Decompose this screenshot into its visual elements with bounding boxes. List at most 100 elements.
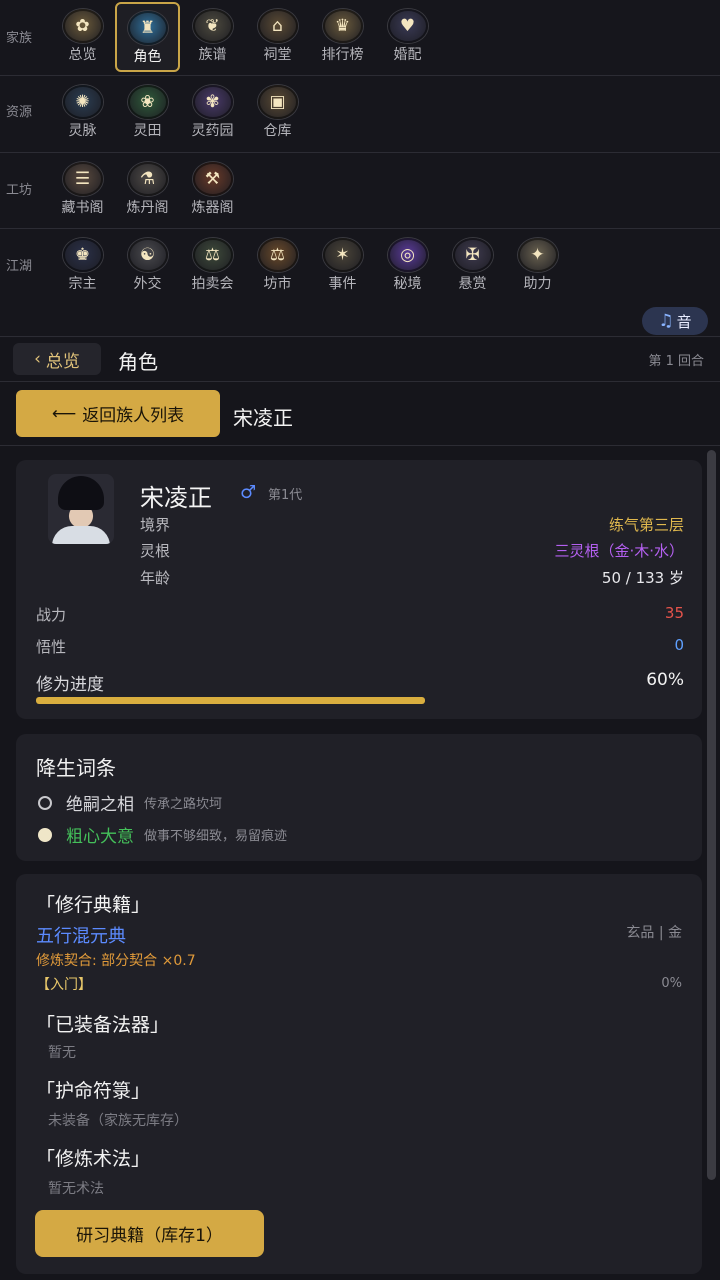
manual-fit: 修炼契合: 部分契合 ×0.7 (36, 953, 196, 969)
nav-item-label: 拍卖会 (191, 276, 234, 292)
family-tree-icon: ❦ (192, 9, 233, 43)
back-to-overview-button[interactable]: ‹ 总览 (13, 343, 101, 375)
warehouse-icon: ▣ (257, 85, 298, 119)
nav-item-label: 助力 (523, 276, 552, 292)
nav-item-family-tree[interactable]: ❦ 族谱 (180, 0, 245, 72)
study-manual-button[interactable]: 研习典籍（库存1） (35, 1210, 264, 1257)
realm-value: 练气第三层 (608, 516, 684, 534)
nav-item-alchemy[interactable]: ⚗ 炼丹阁 (115, 153, 180, 225)
nav-item-spirit-field[interactable]: ❀ 灵田 (115, 76, 180, 148)
trait-name: 粗心大意 (66, 827, 134, 847)
realm-row: 境界 练气第三层 (140, 514, 684, 535)
nav-item-label: 坊市 (263, 276, 292, 292)
chevron-left-icon: ‹ (34, 349, 41, 369)
manual-name[interactable]: 五行混元典 (36, 922, 126, 948)
progress-bar-fill (36, 697, 425, 704)
market-icon: ⚖ (257, 238, 298, 272)
manual-stage: 【入门】 (36, 977, 92, 993)
nav-row-workshop: 工坊 ☰ 藏书阁 ⚗ 炼丹阁 ⚒ 炼器阁 (0, 153, 720, 229)
realm-label: 境界 (140, 516, 171, 534)
nav-item-library[interactable]: ☰ 藏书阁 (50, 153, 115, 225)
nav-item-label: 族谱 (198, 47, 227, 63)
secret-realm-icon: ◎ (387, 238, 428, 272)
sub-header: ⟵ 返回族人列表 宋凌正 (0, 382, 720, 446)
feature-nav: 家族 ✿ 总览 ♜ 角色 ❦ 族谱 ⌂ 祠堂 ♛ 排行榜 ♥ 婚配 资源 ✺ 灵脉 ❀ 灵田 ✾ 灵药园 ▣ 仓库 … (0, 0, 720, 338)
back-label: 总览 (45, 351, 80, 372)
marriage-icon: ♥ (387, 9, 428, 43)
nav-item-bounty[interactable]: ✠ 悬赏 (440, 229, 505, 301)
nav-item-label: 炼器阁 (191, 200, 234, 216)
talisman-section-title: 「护命符箓」 (36, 1080, 151, 1102)
nav-item-sect-leader[interactable]: ♚ 宗主 (50, 229, 115, 301)
nav-item-shrine[interactable]: ⌂ 祠堂 (245, 0, 310, 72)
nav-item-secret-realm[interactable]: ◎ 秘境 (375, 229, 440, 301)
power-label: 战力 (36, 606, 67, 624)
trait-desc: 做事不够细致，易留痕迹 (144, 829, 288, 844)
music-toggle-button[interactable]: ♫ 音 (642, 307, 708, 335)
event-icon: ✶ (322, 238, 363, 272)
trait-name: 绝嗣之相 (66, 795, 134, 815)
nav-row-family: 家族 ✿ 总览 ♜ 角色 ❦ 族谱 ⌂ 祠堂 ♛ 排行榜 ♥ 婚配 (0, 0, 720, 76)
nav-item-overview[interactable]: ✿ 总览 (50, 0, 115, 72)
alchemy-icon: ⚗ (127, 162, 168, 196)
avatar-hair (58, 476, 104, 510)
trait-filled-dot-icon (38, 827, 52, 842)
nav-item-warehouse[interactable]: ▣ 仓库 (245, 76, 310, 148)
spirit-root-row: 灵根 三灵根（金·木·水） (140, 540, 684, 561)
music-note-icon: ♫ (658, 311, 674, 331)
page-title: 角色 (118, 350, 158, 374)
nav-item-marriage[interactable]: ♥ 婚配 (375, 0, 440, 72)
nav-item-label: 婚配 (393, 47, 422, 63)
nav-item-label: 灵药园 (191, 123, 234, 139)
age-row: 年龄 50 / 133 岁 (140, 567, 684, 588)
overview-icon: ✿ (62, 9, 103, 43)
nav-item-diplomacy[interactable]: ☯ 外交 (115, 229, 180, 301)
trait-desc: 传承之路坎坷 (144, 797, 223, 812)
age-label: 年龄 (140, 569, 171, 587)
nav-item-market[interactable]: ⚖ 坊市 (245, 229, 310, 301)
back-list-label: 返回族人列表 (82, 406, 185, 426)
nav-item-herb-garden[interactable]: ✾ 灵药园 (180, 76, 245, 148)
nav-item-label: 炼丹阁 (126, 200, 169, 216)
birth-traits-card: 降生词条 绝嗣之相 传承之路坎坷 粗心大意 做事不够细致，易留痕迹 (16, 734, 702, 861)
nav-item-assist[interactable]: ✦ 助力 (505, 229, 570, 301)
trait-item: 绝嗣之相 传承之路坎坷 (38, 790, 222, 815)
artifact-value: 暂无 (48, 1045, 76, 1061)
character-card: 宋凌正 ♂ 第1代 境界 练气第三层 灵根 三灵根（金·木·水） 年龄 50 /… (16, 460, 702, 719)
ranking-icon: ♛ (322, 9, 363, 43)
traits-title: 降生词条 (36, 756, 116, 780)
auction-icon: ⚖ (192, 238, 233, 272)
nav-category: 资源 (6, 105, 33, 120)
nav-item-label: 悬赏 (458, 276, 487, 292)
nav-item-ranking[interactable]: ♛ 排行榜 (310, 0, 375, 72)
nav-item-character[interactable]: ♜ 角色 (115, 2, 180, 72)
scrollbar[interactable] (707, 450, 716, 1180)
nav-item-forge[interactable]: ⚒ 炼器阁 (180, 153, 245, 225)
nav-item-label: 秘境 (393, 276, 422, 292)
assist-icon: ✦ (517, 238, 558, 272)
nav-item-label: 排行榜 (321, 47, 364, 63)
back-to-members-button[interactable]: ⟵ 返回族人列表 (16, 390, 220, 437)
page-header: ‹ 总览 角色 第 1 回合 (0, 338, 720, 382)
library-icon: ☰ (62, 162, 103, 196)
wisdom-value: 0 (674, 636, 684, 654)
spirit-root-label: 灵根 (140, 542, 171, 560)
progress-value: 60% (646, 670, 684, 690)
avatar (48, 474, 114, 544)
manual-section-title: 「修行典籍」 (36, 894, 151, 916)
spirit-field-icon: ❀ (127, 85, 168, 119)
nav-category: 家族 (6, 31, 33, 46)
technique-value: 暂无术法 (48, 1181, 104, 1197)
nav-item-auction[interactable]: ⚖ 拍卖会 (180, 229, 245, 301)
nav-item-event[interactable]: ✶ 事件 (310, 229, 375, 301)
arrow-left-icon: ⟵ (51, 403, 77, 424)
cultivation-progress-bar (36, 697, 684, 704)
nav-row-jianghu: 江湖 ♚ 宗主 ☯ 外交 ⚖ 拍卖会 ⚖ 坊市 ✶ 事件 ◎ 秘境 ✠ 悬赏 ✦ 助力 (0, 229, 720, 337)
nav-items: ♚ 宗主 ☯ 外交 ⚖ 拍卖会 ⚖ 坊市 ✶ 事件 ◎ 秘境 ✠ 悬赏 ✦ 助力 (50, 229, 570, 301)
nav-item-spirit-vein[interactable]: ✺ 灵脉 (50, 76, 115, 148)
round-counter: 第 1 回合 (648, 354, 704, 369)
artifact-section-title: 「已装备法器」 (36, 1014, 170, 1036)
nav-item-label: 事件 (328, 276, 357, 292)
nav-items: ✿ 总览 ♜ 角色 ❦ 族谱 ⌂ 祠堂 ♛ 排行榜 ♥ 婚配 (50, 0, 440, 72)
spirit-vein-icon: ✺ (62, 85, 103, 119)
